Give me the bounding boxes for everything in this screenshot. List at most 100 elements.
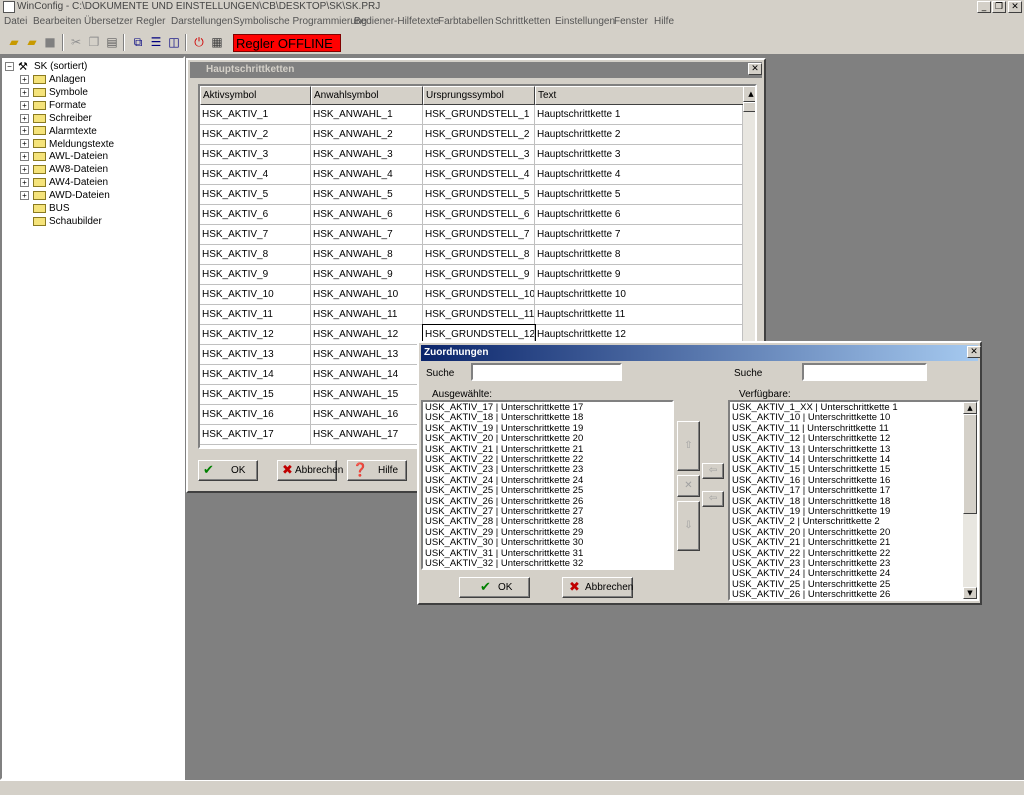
table-cell[interactable]: Hauptschrittkette 3 bbox=[535, 145, 743, 165]
table-cell[interactable]: HSK_AKTIV_17 bbox=[200, 425, 311, 445]
table-cell[interactable]: HSK_ANWAHL_1 bbox=[311, 105, 423, 125]
table-cell[interactable]: HSK_ANWAHL_14 bbox=[311, 365, 423, 385]
table-cell[interactable]: HSK_ANWAHL_15 bbox=[311, 385, 423, 405]
table-cell[interactable]: HSK_AKTIV_5 bbox=[200, 185, 311, 205]
list-item[interactable]: USK_AKTIV_21 | Unterschrittkette 21 bbox=[732, 538, 890, 548]
table-cell[interactable]: HSK_AKTIV_7 bbox=[200, 225, 311, 245]
table-cell[interactable]: Hauptschrittkette 10 bbox=[535, 285, 743, 305]
move-down-button[interactable]: ⇩ bbox=[677, 501, 700, 551]
menu-schrittketten[interactable]: Schrittketten bbox=[495, 16, 551, 27]
open-icon[interactable]: ▰ bbox=[25, 35, 39, 49]
close-button[interactable]: ✕ bbox=[1008, 1, 1022, 13]
list-item[interactable]: USK_AKTIV_12 | Unterschrittkette 12 bbox=[732, 434, 890, 444]
table-cell[interactable]: HSK_ANWAHL_8 bbox=[311, 245, 423, 265]
ok-button[interactable]: ✔ OK bbox=[459, 577, 530, 598]
table-cell[interactable]: HSK_AKTIV_4 bbox=[200, 165, 311, 185]
cancel-button[interactable]: ✖ Abbrechen bbox=[277, 460, 343, 481]
table-cell[interactable]: HSK_ANWAHL_4 bbox=[311, 165, 423, 185]
table-cell[interactable]: HSK_GRUNDSTELL_4 bbox=[423, 165, 535, 185]
restore-button[interactable]: ❐ bbox=[992, 1, 1006, 13]
open-folder-icon[interactable]: ▰ bbox=[7, 35, 21, 49]
collapse-icon[interactable]: − bbox=[5, 61, 14, 71]
menu-farbtabellen[interactable]: Farbtabellen bbox=[438, 16, 494, 27]
column-header-text[interactable]: Text bbox=[535, 86, 745, 105]
ok-button[interactable]: ✔ OK bbox=[198, 460, 258, 481]
scroll-up-icon[interactable]: ▲ bbox=[743, 86, 755, 102]
add-all-button[interactable]: ⇦ bbox=[702, 491, 724, 507]
table-cell[interactable]: Hauptschrittkette 2 bbox=[535, 125, 743, 145]
table-cell[interactable]: HSK_GRUNDSTELL_11 bbox=[423, 305, 535, 325]
scroll-up-icon[interactable]: ▲ bbox=[963, 402, 977, 414]
table-cell[interactable]: Hauptschrittkette 11 bbox=[535, 305, 743, 325]
table-cell[interactable]: HSK_GRUNDSTELL_8 bbox=[423, 245, 535, 265]
list-item[interactable]: USK_AKTIV_25 | Unterschrittkette 25 bbox=[425, 486, 583, 496]
close-window-button[interactable]: ✕ bbox=[748, 63, 762, 75]
list-item[interactable]: USK_AKTIV_15 | Unterschrittkette 15 bbox=[732, 465, 890, 475]
move-up-button[interactable]: ⇧ bbox=[677, 421, 700, 471]
menu-einstellungen[interactable]: Einstellungen bbox=[555, 16, 615, 27]
list-item[interactable]: USK_AKTIV_17 | Unterschrittkette 17 bbox=[732, 486, 890, 496]
table-cell[interactable]: Hauptschrittkette 8 bbox=[535, 245, 743, 265]
expand-icon[interactable]: + bbox=[20, 139, 29, 149]
list-item[interactable]: USK_AKTIV_24 | Unterschrittkette 24 bbox=[732, 569, 890, 579]
table-cell[interactable]: HSK_AKTIV_14 bbox=[200, 365, 311, 385]
table-cell[interactable]: HSK_AKTIV_9 bbox=[200, 265, 311, 285]
tree-item[interactable]: + AWL-Dateien bbox=[20, 150, 108, 163]
add-button[interactable]: ⇦ bbox=[702, 463, 724, 479]
list-item[interactable]: USK_AKTIV_20 | Unterschrittkette 20 bbox=[425, 434, 583, 444]
table-cell[interactable]: HSK_AKTIV_3 bbox=[200, 145, 311, 165]
regulator-icon[interactable]: ⏻ bbox=[192, 35, 206, 49]
expand-icon[interactable]: + bbox=[20, 87, 29, 97]
menu-datei[interactable]: Datei bbox=[4, 16, 27, 27]
tree-item[interactable]: + Schreiber bbox=[20, 112, 92, 125]
table-cell[interactable]: Hauptschrittkette 1 bbox=[535, 105, 743, 125]
tree-item[interactable]: Schaubilder bbox=[20, 215, 102, 228]
search-input-selected[interactable] bbox=[471, 363, 622, 381]
column-header-anwahlsymbol[interactable]: Anwahlsymbol bbox=[311, 86, 423, 105]
table-cell[interactable]: HSK_ANWAHL_11 bbox=[311, 305, 423, 325]
menu-fenster[interactable]: Fenster bbox=[614, 16, 648, 27]
table-cell[interactable]: Hauptschrittkette 5 bbox=[535, 185, 743, 205]
tree-item[interactable]: + AW8-Dateien bbox=[20, 163, 108, 176]
tree-item[interactable]: + Formate bbox=[20, 99, 86, 112]
list-item[interactable]: USK_AKTIV_23 | Unterschrittkette 23 bbox=[425, 465, 583, 475]
tree-item[interactable]: + Alarmtexte bbox=[20, 125, 97, 138]
table-cell[interactable]: HSK_GRUNDSTELL_2 bbox=[423, 125, 535, 145]
table-cell[interactable]: Hauptschrittkette 6 bbox=[535, 205, 743, 225]
table-cell[interactable]: HSK_ANWAHL_10 bbox=[311, 285, 423, 305]
table-cell[interactable]: HSK_ANWAHL_5 bbox=[311, 185, 423, 205]
cut-icon[interactable]: ✂ bbox=[69, 35, 83, 49]
list-item[interactable]: USK_AKTIV_30 | Unterschrittkette 30 bbox=[425, 538, 583, 548]
paste-icon[interactable]: ▤ bbox=[105, 35, 119, 49]
expand-icon[interactable]: + bbox=[20, 178, 29, 188]
list-item[interactable]: USK_AKTIV_32 | Unterschrittkette 32 bbox=[425, 559, 583, 569]
selected-list[interactable]: USK_AKTIV_17 | Unterschrittkette 17 USK_A… bbox=[421, 400, 674, 570]
table-cell[interactable]: HSK_GRUNDSTELL_7 bbox=[423, 225, 535, 245]
table-cell[interactable]: HSK_ANWAHL_9 bbox=[311, 265, 423, 285]
expand-icon[interactable]: + bbox=[20, 100, 29, 110]
expand-icon[interactable]: + bbox=[20, 165, 29, 175]
close-window-button[interactable]: ✕ bbox=[967, 346, 981, 358]
search-input-available[interactable] bbox=[802, 363, 927, 381]
table-cell[interactable]: HSK_GRUNDSTELL_3 bbox=[423, 145, 535, 165]
tree-item[interactable]: + Meldungstexte bbox=[20, 138, 114, 151]
scroll-down-icon[interactable]: ▼ bbox=[963, 587, 977, 599]
expand-icon[interactable]: + bbox=[20, 152, 29, 162]
expand-icon[interactable]: + bbox=[20, 190, 29, 200]
table-cell[interactable]: HSK_ANWAHL_16 bbox=[311, 405, 423, 425]
available-list[interactable]: USK_AKTIV_1_XX | Unterschrittkette 1 USK_… bbox=[728, 400, 979, 601]
column-header-aktivsymbol[interactable]: Aktivsymbol bbox=[200, 86, 311, 105]
tree-item[interactable]: BUS bbox=[20, 202, 70, 215]
menu-uebersetzer[interactable]: Übersetzer bbox=[84, 16, 133, 27]
minimize-button[interactable]: _ bbox=[977, 1, 991, 13]
list-item[interactable]: USK_AKTIV_28 | Unterschrittkette 28 bbox=[425, 517, 583, 527]
table-cell[interactable]: Hauptschrittkette 4 bbox=[535, 165, 743, 185]
compile-icon[interactable]: ▦ bbox=[210, 35, 224, 49]
table-cell[interactable]: HSK_AKTIV_11 bbox=[200, 305, 311, 325]
column-header-ursprungssymbol[interactable]: Ursprungssymbol bbox=[423, 86, 535, 105]
cancel-button[interactable]: ✖ Abbrechen bbox=[562, 577, 633, 598]
table-cell[interactable]: HSK_GRUNDSTELL_1 bbox=[423, 105, 535, 125]
table-cell[interactable]: HSK_ANWAHL_2 bbox=[311, 125, 423, 145]
list-item[interactable]: USK_AKTIV_2 | Unterschrittkette 2 bbox=[732, 517, 880, 527]
table-cell[interactable]: HSK_GRUNDSTELL_6 bbox=[423, 205, 535, 225]
